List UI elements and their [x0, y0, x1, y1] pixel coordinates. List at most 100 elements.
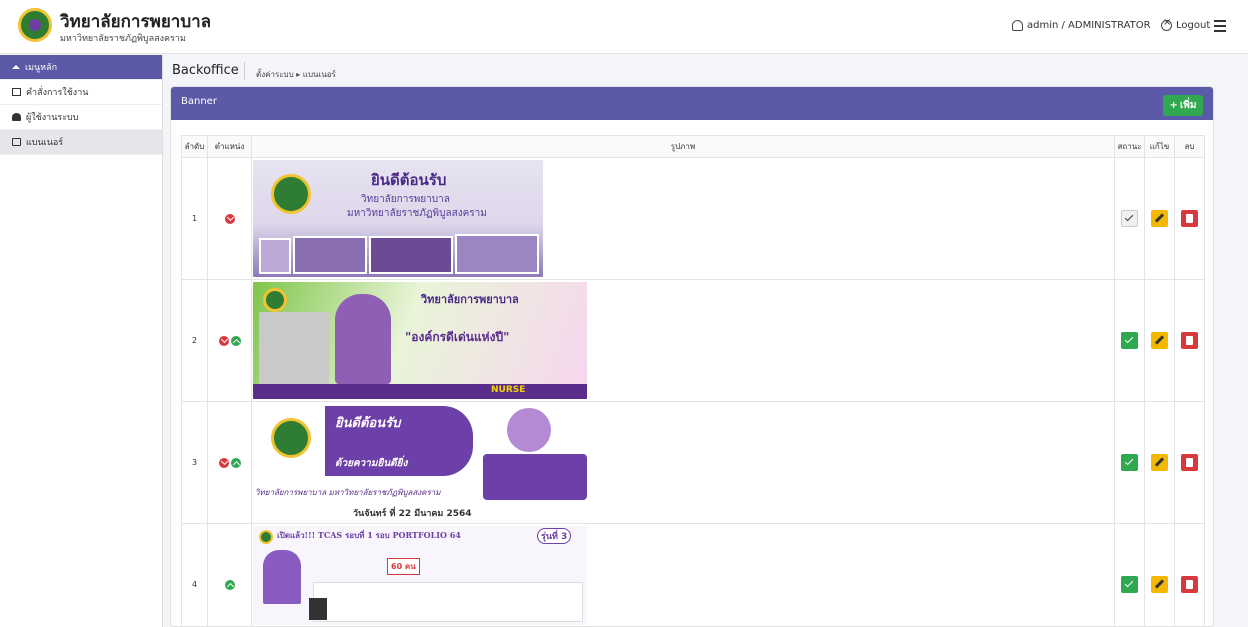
edit-cell	[1144, 401, 1175, 524]
banner-text: วิทยาลัยการพยาบาล	[361, 194, 450, 205]
edit-pencil-icon[interactable]	[1151, 332, 1168, 349]
move-up-icon[interactable]	[224, 579, 235, 590]
banner-image[interactable]: วิทยาลัยการพยาบาล "องค์กรดีเด่นแห่งปี" N…	[253, 282, 587, 399]
position-controls	[207, 157, 252, 280]
status-toggle-check-icon[interactable]	[1121, 210, 1138, 227]
user-icon	[1012, 20, 1023, 31]
banner-image[interactable]: ยินดีต้อนรับ วิทยาลัยการพยาบาล มหาวิทยาล…	[253, 160, 543, 277]
status-toggle-check-icon[interactable]	[1121, 454, 1138, 471]
building-photo	[259, 312, 329, 388]
banner-image-cell: เปิดแล้ว!!! TCAS รอบที่ 1 รอบ PORTFOLIO …	[251, 523, 1115, 626]
status-toggle-check-icon[interactable]	[1121, 576, 1138, 593]
emblem-icon	[263, 288, 287, 312]
emblem-icon	[271, 418, 311, 458]
header-position: ตำแหน่ง	[207, 135, 252, 158]
banner-photo	[259, 238, 291, 274]
document-icon	[12, 88, 21, 96]
banner-text: รุ่นที่ 3	[537, 528, 572, 544]
page-title: Backoffice	[172, 63, 239, 78]
move-up-icon[interactable]	[230, 335, 241, 346]
move-down-icon[interactable]	[224, 213, 235, 224]
banner-text: ด้วยความยินดียิ่ง	[335, 458, 408, 469]
row-number: 4	[181, 523, 208, 626]
delete-cell	[1174, 279, 1205, 402]
status-cell	[1114, 523, 1145, 626]
table-row: 2 วิทยาลัยการพยาบาล "องค์กรดีเด่นแห่งปี"…	[181, 279, 1205, 402]
banner-image-cell: ยินดีต้อนรับ วิทยาลัยการพยาบาล มหาวิทยาล…	[251, 157, 1115, 280]
top-header: วิทยาลัยการพยาบาล มหาวิทยาลัยราชภัฏพิบูล…	[0, 0, 1248, 54]
delete-trash-icon[interactable]	[1181, 576, 1198, 593]
status-cell	[1114, 157, 1145, 280]
user-menu[interactable]: admin / ADMINISTRATOR	[1012, 20, 1151, 31]
panel-title: Banner	[181, 96, 217, 107]
edit-pencil-icon[interactable]	[1151, 210, 1168, 227]
close-circle-icon	[1161, 17, 1172, 31]
banner-photo	[369, 236, 453, 274]
sidebar-item-users[interactable]: ผู้ใช้งานระบบ	[0, 105, 162, 130]
move-up-icon[interactable]	[230, 457, 241, 468]
emblem-icon	[271, 174, 311, 214]
banner-text: 60 คน	[387, 558, 420, 575]
header-delete: ลบ	[1174, 135, 1205, 158]
sidebar: เมนูหลัก คำสั่งการใช้งาน ผู้ใช้งานระบบ แ…	[0, 55, 163, 627]
banner-table: ลำดับ ตำแหน่ง รูปภาพ สถานะ แก้ไข ลบ 1 ยิ…	[181, 135, 1205, 626]
banner-footer-bar	[253, 384, 587, 399]
position-controls	[207, 401, 252, 524]
move-down-icon[interactable]	[218, 457, 229, 468]
sidebar-item-label: คำสั่งการใช้งาน	[26, 88, 89, 98]
banner-panel: Banner + เพิ่ม ลำดับ ตำแหน่ง รูปภาพ สถาน…	[170, 86, 1214, 627]
logout-label: Logout	[1176, 20, 1211, 31]
delete-cell	[1174, 523, 1205, 626]
table-row: 3 ยินดีต้อนรับ ด้วยความยินดียิ่ง วิทยาลั…	[181, 401, 1205, 524]
user-name: admin / ADMINISTRATOR	[1027, 20, 1151, 31]
edit-cell	[1144, 157, 1175, 280]
banner-text: NURSE	[491, 385, 526, 395]
breadcrumb-divider	[244, 62, 245, 80]
row-number: 2	[181, 279, 208, 402]
delete-trash-icon[interactable]	[1181, 454, 1198, 471]
banner-photo	[293, 236, 367, 274]
user-icon	[12, 113, 21, 121]
header-status: สถานะ	[1114, 135, 1145, 158]
brand-subtitle: มหาวิทยาลัยราชภัฏพิบูลสงคราม	[60, 34, 186, 44]
banner-schedule-table	[313, 582, 583, 622]
move-down-icon[interactable]	[218, 335, 229, 346]
sidebar-item-main-menu[interactable]: เมนูหลัก	[0, 55, 162, 80]
delete-trash-icon[interactable]	[1181, 332, 1198, 349]
sidebar-item-label: เมนูหลัก	[25, 63, 58, 73]
table-row: 1 ยินดีต้อนรับ วิทยาลัยการพยาบาล มหาวิทย…	[181, 157, 1205, 280]
banner-text: เปิดแล้ว!!! TCAS รอบที่ 1 รอบ PORTFOLIO …	[277, 530, 461, 540]
status-cell	[1114, 279, 1145, 402]
header-no: ลำดับ	[181, 135, 208, 158]
position-controls	[207, 523, 252, 626]
delete-cell	[1174, 157, 1205, 280]
banner-text: มหาวิทยาลัยราชภัฏพิบูลสงคราม	[347, 208, 487, 219]
banner-text: "องค์กรดีเด่นแห่งปี"	[405, 330, 510, 344]
panel-header: Banner + เพิ่ม	[171, 87, 1213, 120]
delete-trash-icon[interactable]	[1181, 210, 1198, 227]
college-logo-icon[interactable]	[18, 8, 52, 42]
banner-image[interactable]: เปิดแล้ว!!! TCAS รอบที่ 1 รอบ PORTFOLIO …	[253, 526, 587, 625]
sidebar-item-banner[interactable]: แบนเนอร์	[0, 130, 162, 155]
status-toggle-check-icon[interactable]	[1121, 332, 1138, 349]
plus-icon: +	[1169, 100, 1178, 111]
edit-cell	[1144, 523, 1175, 626]
emblem-icon	[259, 530, 273, 544]
banner-text: วันจันทร์ ที่ 22 มีนาคม 2564	[353, 509, 472, 519]
status-cell	[1114, 401, 1145, 524]
banner-text: วิทยาลัยการพยาบาล มหาวิทยาลัยราชภัฏพิบูล…	[255, 488, 441, 497]
person-photo	[507, 408, 551, 452]
logout-button[interactable]: Logout	[1161, 17, 1211, 31]
banner-text: ยินดีต้อนรับ	[335, 416, 401, 431]
sidebar-item-instructions[interactable]: คำสั่งการใช้งาน	[0, 80, 162, 105]
edit-pencil-icon[interactable]	[1151, 576, 1168, 593]
position-controls	[207, 279, 252, 402]
delete-cell	[1174, 401, 1205, 524]
banner-image[interactable]: ยินดีต้อนรับ ด้วยความยินดียิ่ง วิทยาลัยก…	[253, 404, 587, 521]
banner-text: ยินดีต้อนรับ	[371, 171, 447, 189]
add-banner-button[interactable]: + เพิ่ม	[1163, 95, 1203, 116]
hamburger-menu-icon[interactable]	[1214, 20, 1226, 32]
edit-pencil-icon[interactable]	[1151, 454, 1168, 471]
header-edit: แก้ไข	[1144, 135, 1175, 158]
banner-image-cell: ยินดีต้อนรับ ด้วยความยินดียิ่ง วิทยาลัยก…	[251, 401, 1115, 524]
